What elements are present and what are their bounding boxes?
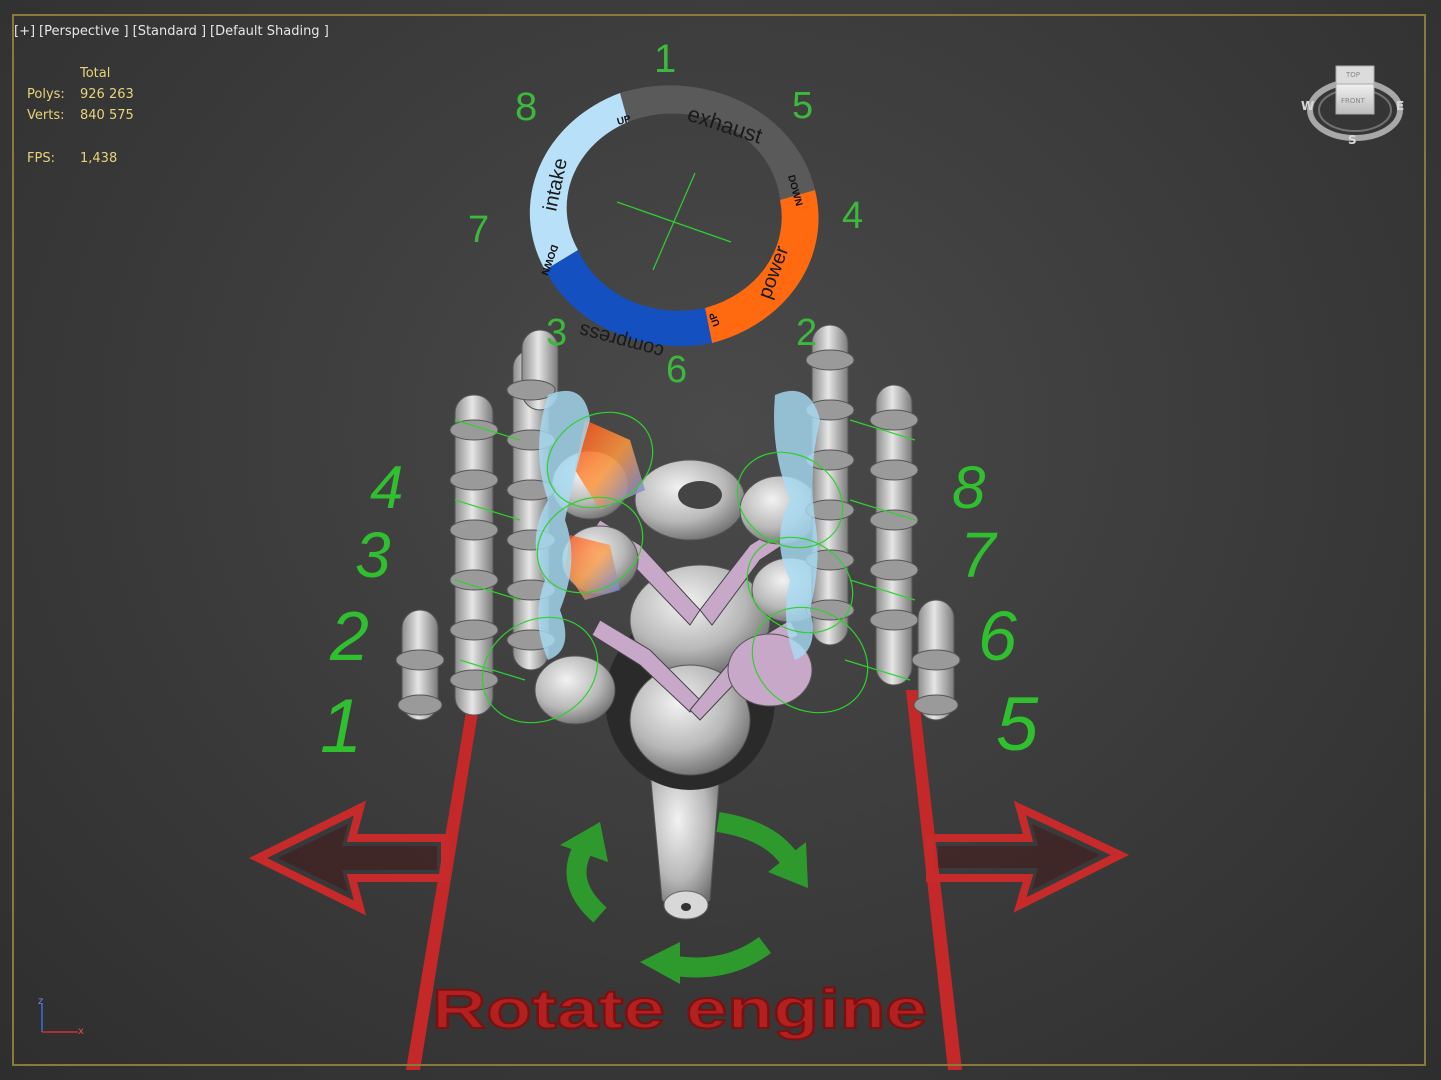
viewport[interactable]: exhaust power compress intake UP DOWN UP… — [0, 0, 1441, 1080]
move-right-arrow[interactable] — [926, 800, 1130, 913]
firing-num-left: 7 — [468, 209, 489, 251]
compass-w[interactable]: W — [1301, 99, 1314, 113]
cyl-label-right-0: 8 — [952, 454, 986, 521]
viewport-shading-menu[interactable]: [Default Shading ] — [210, 24, 329, 39]
axis-tripod: z x — [38, 996, 84, 1037]
viewport-label-menu[interactable]: [+] [Perspective ] [Standard ] [Default … — [14, 24, 329, 39]
firing-num-bottom-left: 3 — [546, 312, 567, 354]
firing-num-top: 1 — [654, 37, 676, 81]
cyl-label-right-1: 7 — [960, 519, 998, 591]
stats-header: Total — [80, 66, 111, 81]
stats-polys-label: Polys: — [27, 87, 65, 102]
viewport-standard-menu[interactable]: [Standard ] — [133, 24, 206, 39]
axis-z-label: z — [38, 996, 43, 1007]
firing-num-bottom-right: 2 — [796, 312, 817, 354]
firing-num-top-left: 8 — [515, 85, 537, 129]
cylinder-labels-right: 8 7 6 5 — [952, 454, 1039, 767]
stats-verts-value: 840 575 — [80, 108, 134, 123]
firing-num-right: 4 — [842, 195, 863, 237]
stats-polys-value: 926 263 — [80, 87, 134, 102]
cyl-label-right-3: 5 — [996, 682, 1039, 767]
cyl-label-right-2: 6 — [978, 597, 1017, 675]
viewcube-top-label: TOP — [1345, 71, 1360, 79]
cylinder-labels-left: 4 3 2 1 — [320, 454, 403, 769]
cyl-label-left-2: 2 — [329, 597, 369, 675]
viewport-point-of-view-menu[interactable]: [Perspective ] — [39, 24, 129, 39]
rotate-engine-label[interactable]: Rotate engine — [431, 976, 928, 1041]
axis-x-label: x — [78, 1026, 84, 1037]
cyl-label-left-1: 3 — [355, 519, 391, 591]
firing-num-bottom: 6 — [666, 349, 687, 391]
stats-fps-label: FPS: — [27, 151, 55, 166]
viewcube-front-label: FRONT — [1341, 97, 1366, 105]
viewport-plus-menu[interactable]: [+] — [14, 24, 35, 39]
firing-num-top-right: 5 — [792, 85, 813, 127]
compass-e[interactable]: E — [1396, 99, 1404, 113]
scene-canvas[interactable]: exhaust power compress intake UP DOWN UP… — [0, 0, 1441, 1080]
stats-fps-value: 1,438 — [80, 151, 118, 166]
stats-verts-label: Verts: — [27, 108, 65, 123]
cyl-label-left-0: 4 — [370, 454, 403, 521]
compass-s[interactable]: S — [1348, 133, 1357, 147]
move-left-arrow[interactable] — [248, 800, 449, 916]
cyl-label-left-3: 1 — [320, 684, 362, 769]
viewcube[interactable]: TOP FRONT W E S — [1301, 65, 1404, 147]
